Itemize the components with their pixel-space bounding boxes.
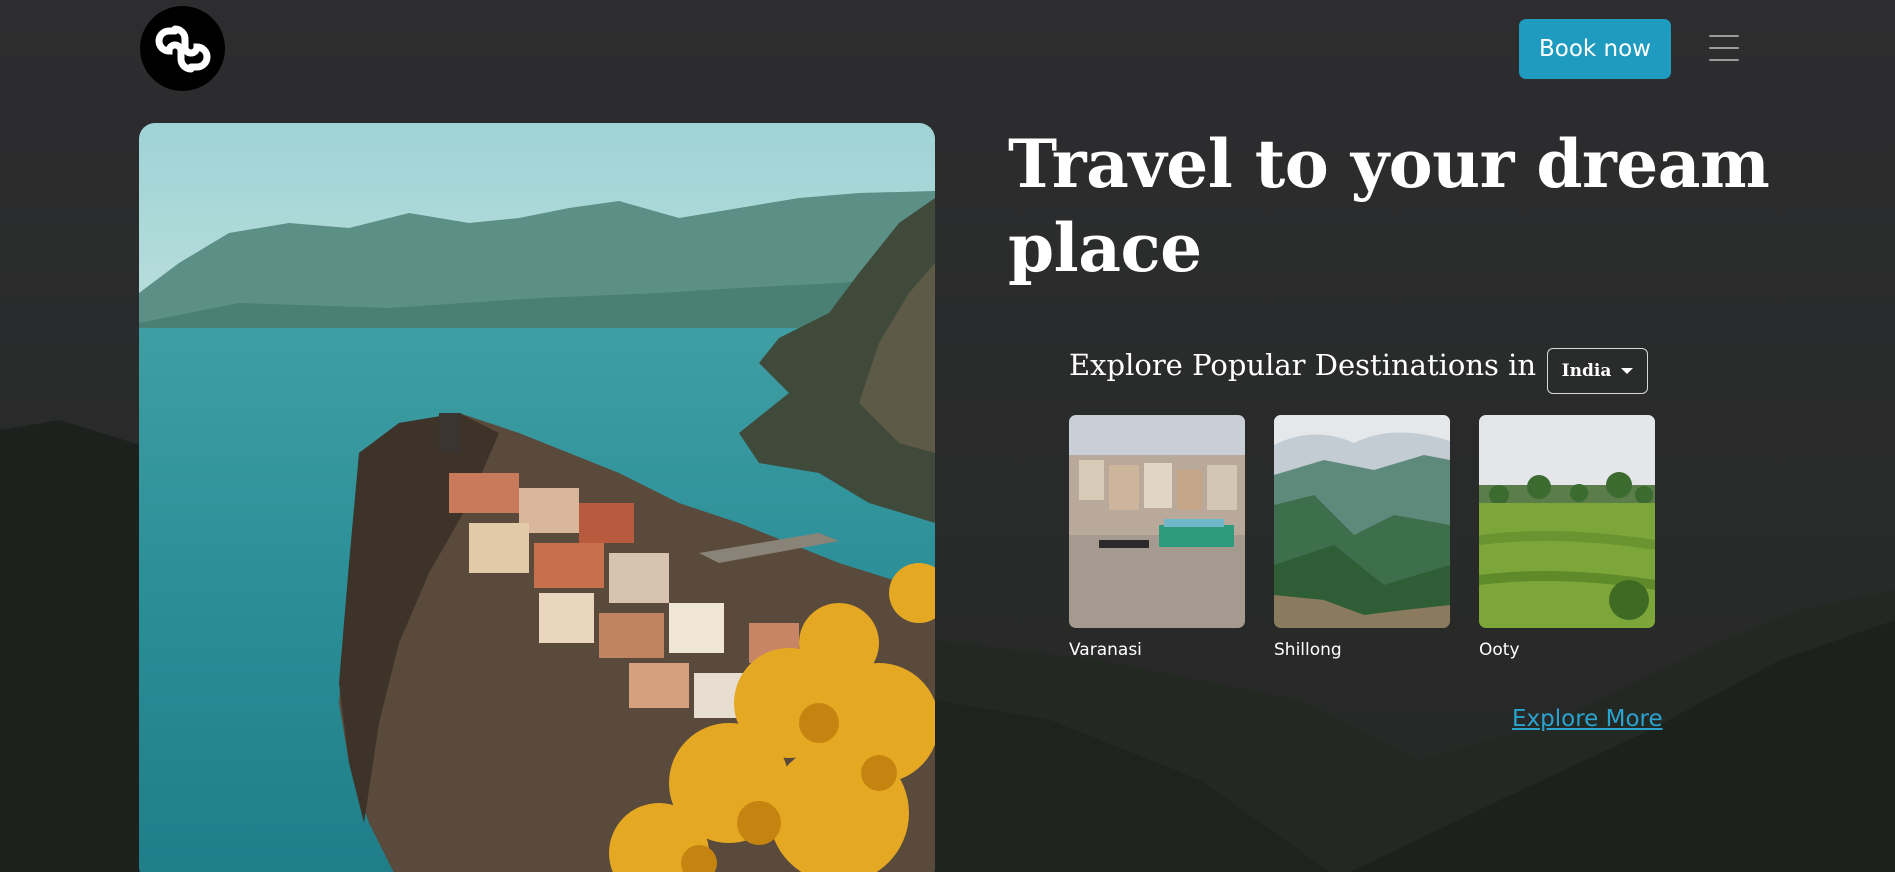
swirl-knot-logo-icon [155, 25, 210, 72]
coastal-cliff-village-photo [139, 123, 935, 872]
caret-down-icon [1621, 368, 1634, 374]
hamburger-menu-icon[interactable] [1706, 32, 1744, 64]
green-valley-photo [1274, 415, 1450, 628]
explore-more-link[interactable]: Explore More [1512, 706, 1663, 732]
page-title: Travel to your dream place [1008, 125, 1770, 287]
destination-card-varanasi[interactable]: Varanasi [1069, 415, 1245, 660]
destination-card-shillong[interactable]: Shillong [1274, 415, 1450, 660]
country-select-value: India [1561, 361, 1612, 381]
destination-name: Varanasi [1069, 640, 1142, 660]
explore-destinations-title: Explore Popular Destinations in [1069, 348, 1537, 382]
river-ghats-photo [1069, 415, 1245, 628]
destination-name: Ooty [1479, 640, 1520, 660]
logo[interactable] [140, 6, 225, 91]
hero-image [139, 123, 935, 872]
book-now-button[interactable]: Book now [1519, 19, 1671, 79]
page: Book now Travel to your dream place Expl… [0, 0, 1895, 872]
tea-plantation-photo [1479, 415, 1655, 628]
destination-card-ooty[interactable]: Ooty [1479, 415, 1655, 660]
country-select[interactable]: India [1547, 348, 1648, 394]
destination-name: Shillong [1274, 640, 1342, 660]
